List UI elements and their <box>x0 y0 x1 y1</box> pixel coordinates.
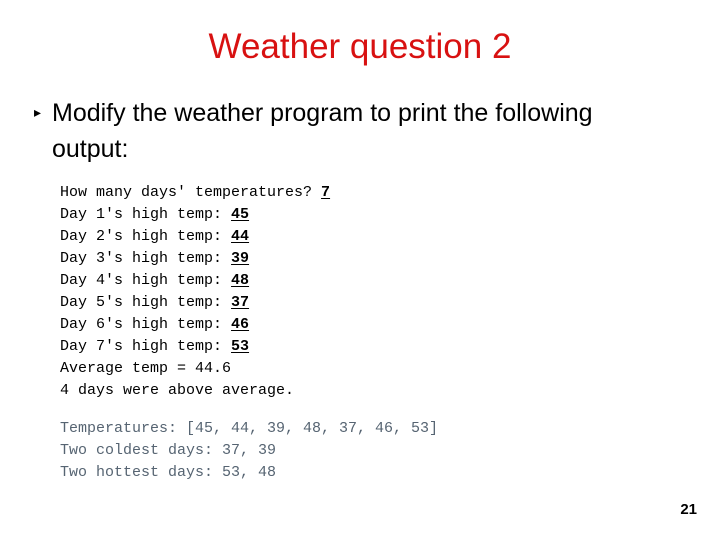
console-user-input: 45 <box>231 206 250 223</box>
console-user-input: 39 <box>231 250 250 267</box>
console-line: Day 5's high temp: 37 <box>60 292 330 314</box>
console-line: How many days' temperatures? 7 <box>60 182 330 204</box>
console-output-secondary: Temperatures: [45, 44, 39, 48, 37, 46, 5… <box>60 418 438 484</box>
console-prompt-text: Average temp = 44.6 <box>60 360 232 377</box>
console-prompt-text: Day 7's high temp: <box>60 338 232 355</box>
slide-canvas: Weather question 2 ▸ Modify the weather … <box>0 0 720 540</box>
console-line: Day 7's high temp: 53 <box>60 336 330 358</box>
console-user-input: 53 <box>231 338 250 355</box>
console-line: Temperatures: [45, 44, 39, 48, 37, 46, 5… <box>60 418 438 440</box>
console-line: Average temp = 44.6 <box>60 358 330 380</box>
console-prompt-text: Two hottest days: 53, 48 <box>60 464 277 481</box>
console-prompt-text: Day 6's high temp: <box>60 316 232 333</box>
console-prompt-text: Temperatures: [45, 44, 39, 48, 37, 46, 5… <box>60 420 439 437</box>
console-user-input: 44 <box>231 228 250 245</box>
console-user-input: 46 <box>231 316 250 333</box>
console-line: Day 4's high temp: 48 <box>60 270 330 292</box>
console-user-input: 7 <box>321 184 331 201</box>
console-prompt-text: Day 1's high temp: <box>60 206 232 223</box>
console-line: Day 1's high temp: 45 <box>60 204 330 226</box>
console-user-input: 48 <box>231 272 250 289</box>
console-prompt-text: Day 2's high temp: <box>60 228 232 245</box>
triangle-bullet-icon: ▸ <box>34 104 42 120</box>
console-line: Two hottest days: 53, 48 <box>60 462 438 484</box>
console-line: Two coldest days: 37, 39 <box>60 440 438 462</box>
console-line: Day 2's high temp: 44 <box>60 226 330 248</box>
console-prompt-text: Day 3's high temp: <box>60 250 232 267</box>
console-line: Day 6's high temp: 46 <box>60 314 330 336</box>
bullet-item: ▸ Modify the weather program to print th… <box>32 95 672 167</box>
page-title: Weather question 2 <box>208 27 512 66</box>
console-output-primary: How many days' temperatures? 7 Day 1's hi… <box>60 182 330 402</box>
console-prompt-text: Day 4's high temp: <box>60 272 232 289</box>
console-prompt-text: Two coldest days: 37, 39 <box>60 442 277 459</box>
console-line: Day 3's high temp: 39 <box>60 248 330 270</box>
console-prompt-text: 4 days were above average. <box>60 382 295 399</box>
bullet-item-label: Modify the weather program to print the … <box>52 99 593 163</box>
console-prompt-text: How many days' temperatures? <box>60 184 322 201</box>
console-user-input: 37 <box>231 294 250 311</box>
console-line: 4 days were above average. <box>60 380 330 402</box>
console-prompt-text: Day 5's high temp: <box>60 294 232 311</box>
page-number: 21 <box>680 501 697 518</box>
